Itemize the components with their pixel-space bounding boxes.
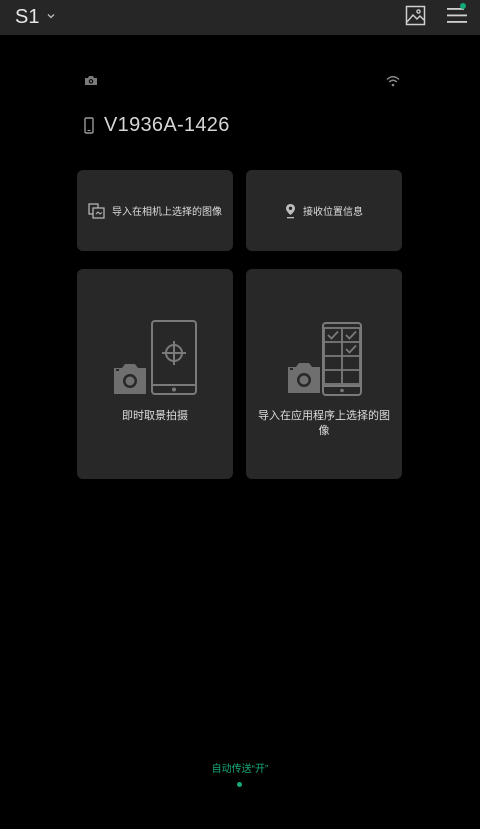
auto-transfer-status[interactable]: 自动传送“开” [0, 760, 480, 775]
top-bar: S1 [0, 0, 480, 35]
live-view-label: 即时取景拍摄 [122, 410, 188, 422]
camera-icon [114, 364, 146, 394]
device-name: V1936A-1426 [104, 113, 230, 136]
import-from-camera-label: 导入在相机上选择的图像 [112, 207, 222, 218]
location-pin-icon [286, 203, 295, 218]
gallery-icon[interactable] [405, 5, 426, 26]
phone-icon [84, 116, 94, 134]
wifi-icon [386, 76, 400, 87]
phone-grid-icon [322, 322, 362, 396]
import-from-camera-card[interactable]: 导入在相机上选择的图像 [77, 170, 233, 251]
import-from-app-card[interactable]: 导入在应用程序上选择的图像 [246, 269, 402, 479]
camera-selector[interactable]: S1 [15, 5, 55, 29]
phone-crosshair-icon [151, 320, 197, 395]
device-info: V1936A-1426 [84, 114, 230, 136]
auto-transfer-indicator [237, 782, 242, 787]
notification-badge [460, 3, 466, 9]
camera-status-icon [85, 76, 97, 85]
import-images-icon [88, 202, 105, 219]
import-from-app-label: 导入在应用程序上选择的图像 [258, 410, 390, 437]
live-view-illustration [114, 320, 197, 395]
chevron-down-icon [48, 14, 55, 19]
import-from-app-illustration [288, 322, 362, 396]
camera-icon [288, 363, 320, 393]
receive-location-label: 接收位置信息 [303, 207, 363, 218]
live-view-card[interactable]: 即时取景拍摄 [77, 269, 233, 479]
camera-name: S1 [15, 5, 40, 28]
receive-location-card[interactable]: 接收位置信息 [246, 170, 402, 251]
